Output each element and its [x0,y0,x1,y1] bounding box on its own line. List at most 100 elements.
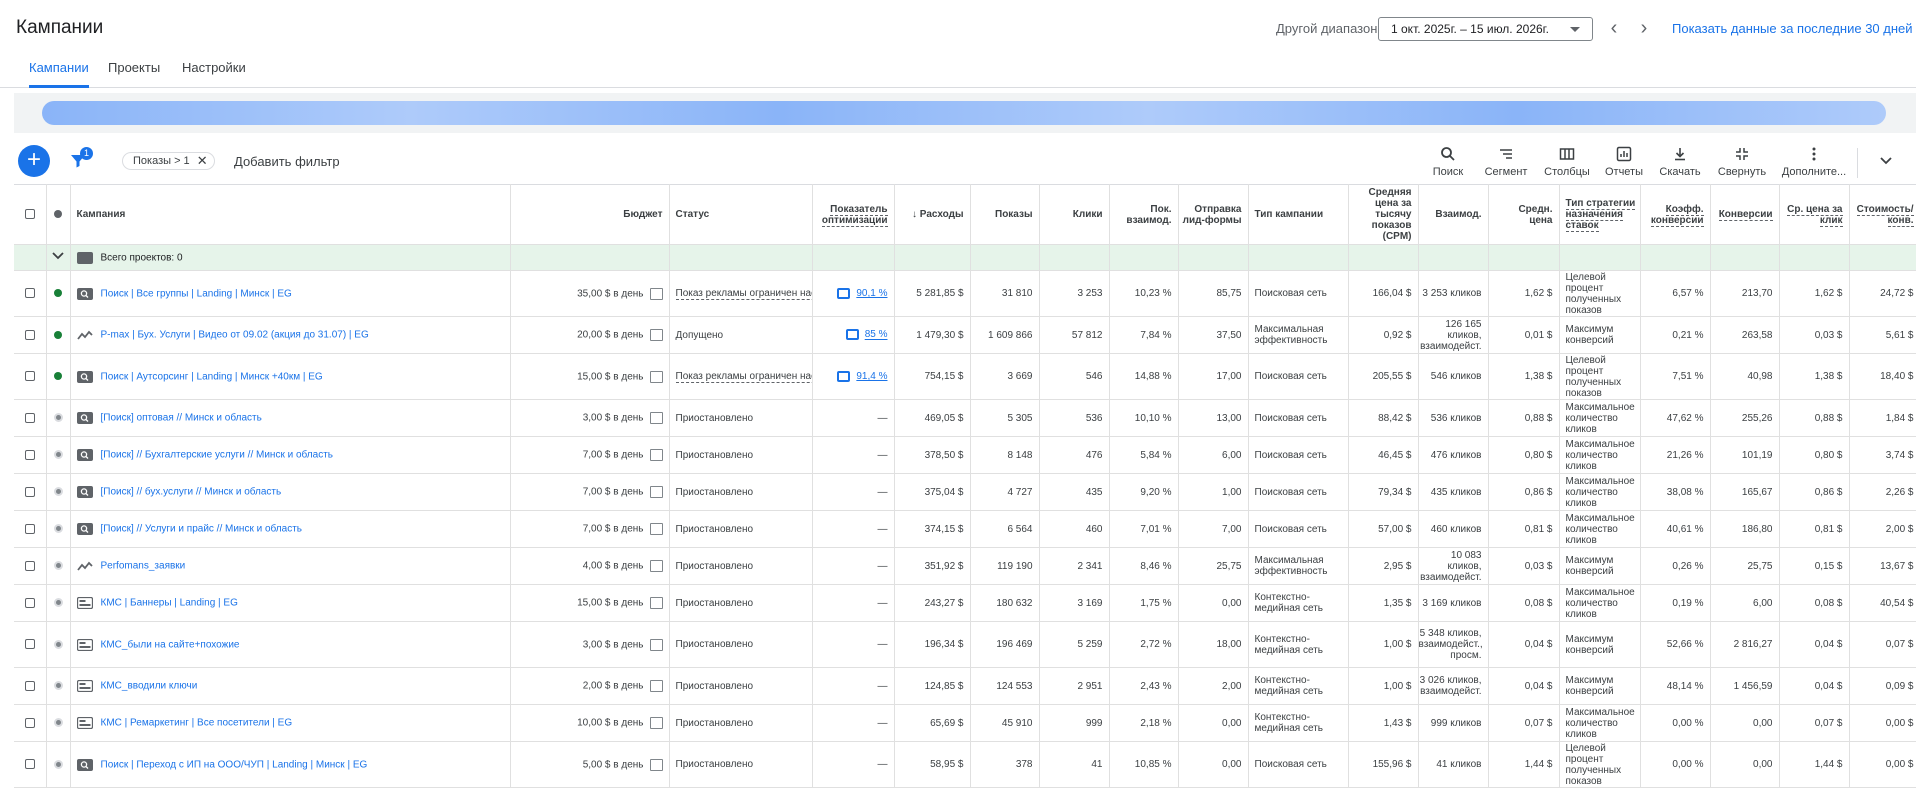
filter-chip-impressions[interactable]: Показы > 1 ✕ [122,152,215,170]
campaign-cell[interactable]: [Поиск] оптовая // Минск и область [70,399,511,437]
campaign-name-link[interactable]: Поиск | Переход с ИП на ООО/ЧУП | Landin… [101,759,368,770]
column-header[interactable]: Взаимод. [1418,184,1489,245]
table-row[interactable]: [Поиск] оптовая // Минск и область 3,00 $… [14,399,1916,437]
table-row[interactable]: [Поиск] // Бухгалтерские услуги // Минск… [14,436,1916,474]
column-header[interactable]: Тип стратегии назначения ставок [1559,184,1641,245]
table-row[interactable]: P-max | Бух. Услуги | Видео от 09.02 (ак… [14,316,1916,354]
bid-strategy-link[interactable]: Максимальное количество кликов [1559,510,1641,548]
budget-chart-icon[interactable] [649,560,663,572]
tab-projects[interactable]: Проекты [108,60,160,85]
row-checkbox[interactable] [14,621,47,668]
tab-settings[interactable]: Настройки [182,60,246,85]
campaign-name-link[interactable]: [Поиск] оптовая // Минск и область [101,413,262,424]
bid-strategy-link[interactable]: Целевой процент полученных показов [1559,270,1641,317]
column-header[interactable]: Статус [669,184,813,245]
campaign-cell[interactable]: [Поиск] // Бухгалтерские услуги // Минск… [70,436,511,474]
column-header[interactable]: ↓ Расходы [894,184,971,245]
next-period-chevron-icon[interactable]: › [1633,16,1655,40]
optimization-score-cell[interactable]: 85 % [812,316,895,354]
select-all-checkbox[interactable] [14,184,47,245]
date-range-select[interactable]: 1 окт. 2025г. – 15 июл. 2026г. [1378,17,1593,41]
column-header[interactable]: Пок. взаимод. [1109,184,1179,245]
campaign-cell[interactable]: КМС_были на сайте+похожие [70,621,511,668]
campaign-name-link[interactable]: [Поиск] // Бухгалтерские услуги // Минск… [101,450,334,461]
column-header[interactable]: Бюджет [510,184,670,245]
campaign-cell[interactable]: Поиск | Аутсорсинг | Landing | Минск +40… [70,353,511,400]
column-header[interactable]: Ср. цена за клик [1779,184,1850,245]
more-tool-button[interactable]: Дополните... [1780,146,1848,178]
bid-strategy-link[interactable]: Максимальное количество кликов [1559,399,1641,437]
column-header[interactable]: Показы [970,184,1040,245]
status-text[interactable]: Показ рекламы ограничен настройками [675,371,811,383]
campaign-name-link[interactable]: P-max | Бух. Услуги | Видео от 09.02 (ак… [101,330,369,341]
campaign-cell[interactable]: Perfomans_заявки [70,547,511,585]
campaign-cell[interactable]: P-max | Бух. Услуги | Видео от 09.02 (ак… [70,316,511,354]
campaign-cell[interactable]: Поиск | Все группы | Landing | Минск | E… [70,270,511,317]
campaign-name-link[interactable]: Perfomans_заявки [101,561,186,572]
row-checkbox[interactable] [14,667,47,705]
row-checkbox[interactable] [14,510,47,548]
campaign-cell[interactable]: КМС | Ремаркетинг | Все посетители | EG [70,704,511,742]
column-header[interactable]: Клики [1039,184,1110,245]
table-row[interactable]: КМС_были на сайте+похожие 3,00 $ в день Пр… [14,621,1916,668]
bid-strategy-link[interactable]: Целевой процент полученных показов [1559,353,1641,400]
budget-chart-icon[interactable] [649,680,663,692]
status-text[interactable]: Показ рекламы ограничен настройками [675,288,811,300]
row-checkbox[interactable] [14,270,47,317]
campaign-name-link[interactable]: КМС_были на сайте+похожие [101,639,240,650]
table-row[interactable]: КМС | Баннеры | Landing | EG 15,00 $ в де… [14,584,1916,622]
table-row[interactable]: [Поиск] // бух.услуги // Минск и область… [14,473,1916,511]
bid-strategy-link[interactable]: Целевой процент полученных показов [1559,741,1641,788]
campaign-name-link[interactable]: КМС | Баннеры | Landing | EG [101,598,238,609]
row-checkbox[interactable] [14,353,47,400]
optimization-score-link[interactable]: 85 % [865,330,888,341]
column-header[interactable]: Стоимость/ конв. [1849,184,1916,245]
campaign-cell[interactable]: КМС_вводили ключи [70,667,511,705]
row-checkbox[interactable] [14,399,47,437]
campaign-name-link[interactable]: [Поиск] // бух.услуги // Минск и область [101,487,282,498]
table-row[interactable]: Поиск | Все группы | Landing | Минск | E… [14,270,1916,317]
campaign-cell[interactable]: Поиск | Переход с ИП на ООО/ЧУП | Landin… [70,741,511,788]
segment-tool-button[interactable]: Сегмент [1474,146,1538,178]
row-checkbox[interactable] [14,316,47,354]
budget-chart-icon[interactable] [649,449,663,461]
tab-campaigns[interactable]: Кампании [29,60,89,88]
bid-strategy-link[interactable]: Максимум конверсий [1559,316,1641,354]
table-row[interactable]: КМС | Ремаркетинг | Все посетители | EG 1… [14,704,1916,742]
table-row[interactable]: Поиск | Переход с ИП на ООО/ЧУП | Landin… [14,741,1916,788]
budget-chart-icon[interactable] [649,523,663,535]
row-checkbox[interactable] [14,436,47,474]
column-header[interactable]: Показатель оптимизации [812,184,895,245]
bid-strategy-link[interactable]: Максимальное количество кликов [1559,436,1641,474]
search-tool-button[interactable]: Поиск [1416,146,1480,178]
budget-chart-icon[interactable] [649,287,663,300]
campaign-cell[interactable]: [Поиск] // Услуги и прайс // Минск и обл… [70,510,511,548]
chevron-down-icon[interactable] [1878,152,1894,168]
bid-strategy-link[interactable]: Максимальное количество кликов [1559,704,1641,742]
optimization-score-link[interactable]: 90,1 % [856,288,887,299]
table-row[interactable]: Поиск | Аутсорсинг | Landing | Минск +40… [14,353,1916,400]
optimization-score-cell[interactable]: 90,1 % [812,270,895,317]
collapse-tool-button[interactable]: Свернуть [1710,146,1774,178]
column-header[interactable]: Конверсии [1710,184,1780,245]
budget-chart-icon[interactable] [649,758,663,771]
campaign-name-link[interactable]: Поиск | Все группы | Landing | Минск | E… [101,288,292,299]
table-row[interactable]: КМС_вводили ключи 2,00 $ в день Приостанов… [14,667,1916,705]
table-row[interactable]: [Поиск] // Услуги и прайс // Минск и обл… [14,510,1916,548]
budget-chart-icon[interactable] [649,597,663,609]
budget-chart-icon[interactable] [649,370,663,383]
campaign-cell[interactable]: [Поиск] // бух.услуги // Минск и область [70,473,511,511]
bid-strategy-link[interactable]: Максимальное количество кликов [1559,473,1641,511]
budget-chart-icon[interactable] [649,486,663,498]
close-icon[interactable]: ✕ [197,153,208,169]
expand-chevron-icon[interactable] [46,244,71,271]
row-checkbox[interactable] [14,473,47,511]
campaign-name-link[interactable]: КМС | Ремаркетинг | Все посетители | EG [101,718,293,729]
bid-strategy-link[interactable]: Максимум конверсий [1559,547,1641,585]
budget-chart-icon[interactable] [649,329,663,341]
row-checkbox[interactable] [14,741,47,788]
column-header[interactable]: Средняя цена за тысячу показов (CPM) [1348,184,1419,245]
bid-strategy-link[interactable]: Максимум конверсий [1559,621,1641,668]
bid-strategy-link[interactable]: Максимум конверсий [1559,667,1641,705]
campaign-cell[interactable]: КМС | Баннеры | Landing | EG [70,584,511,622]
